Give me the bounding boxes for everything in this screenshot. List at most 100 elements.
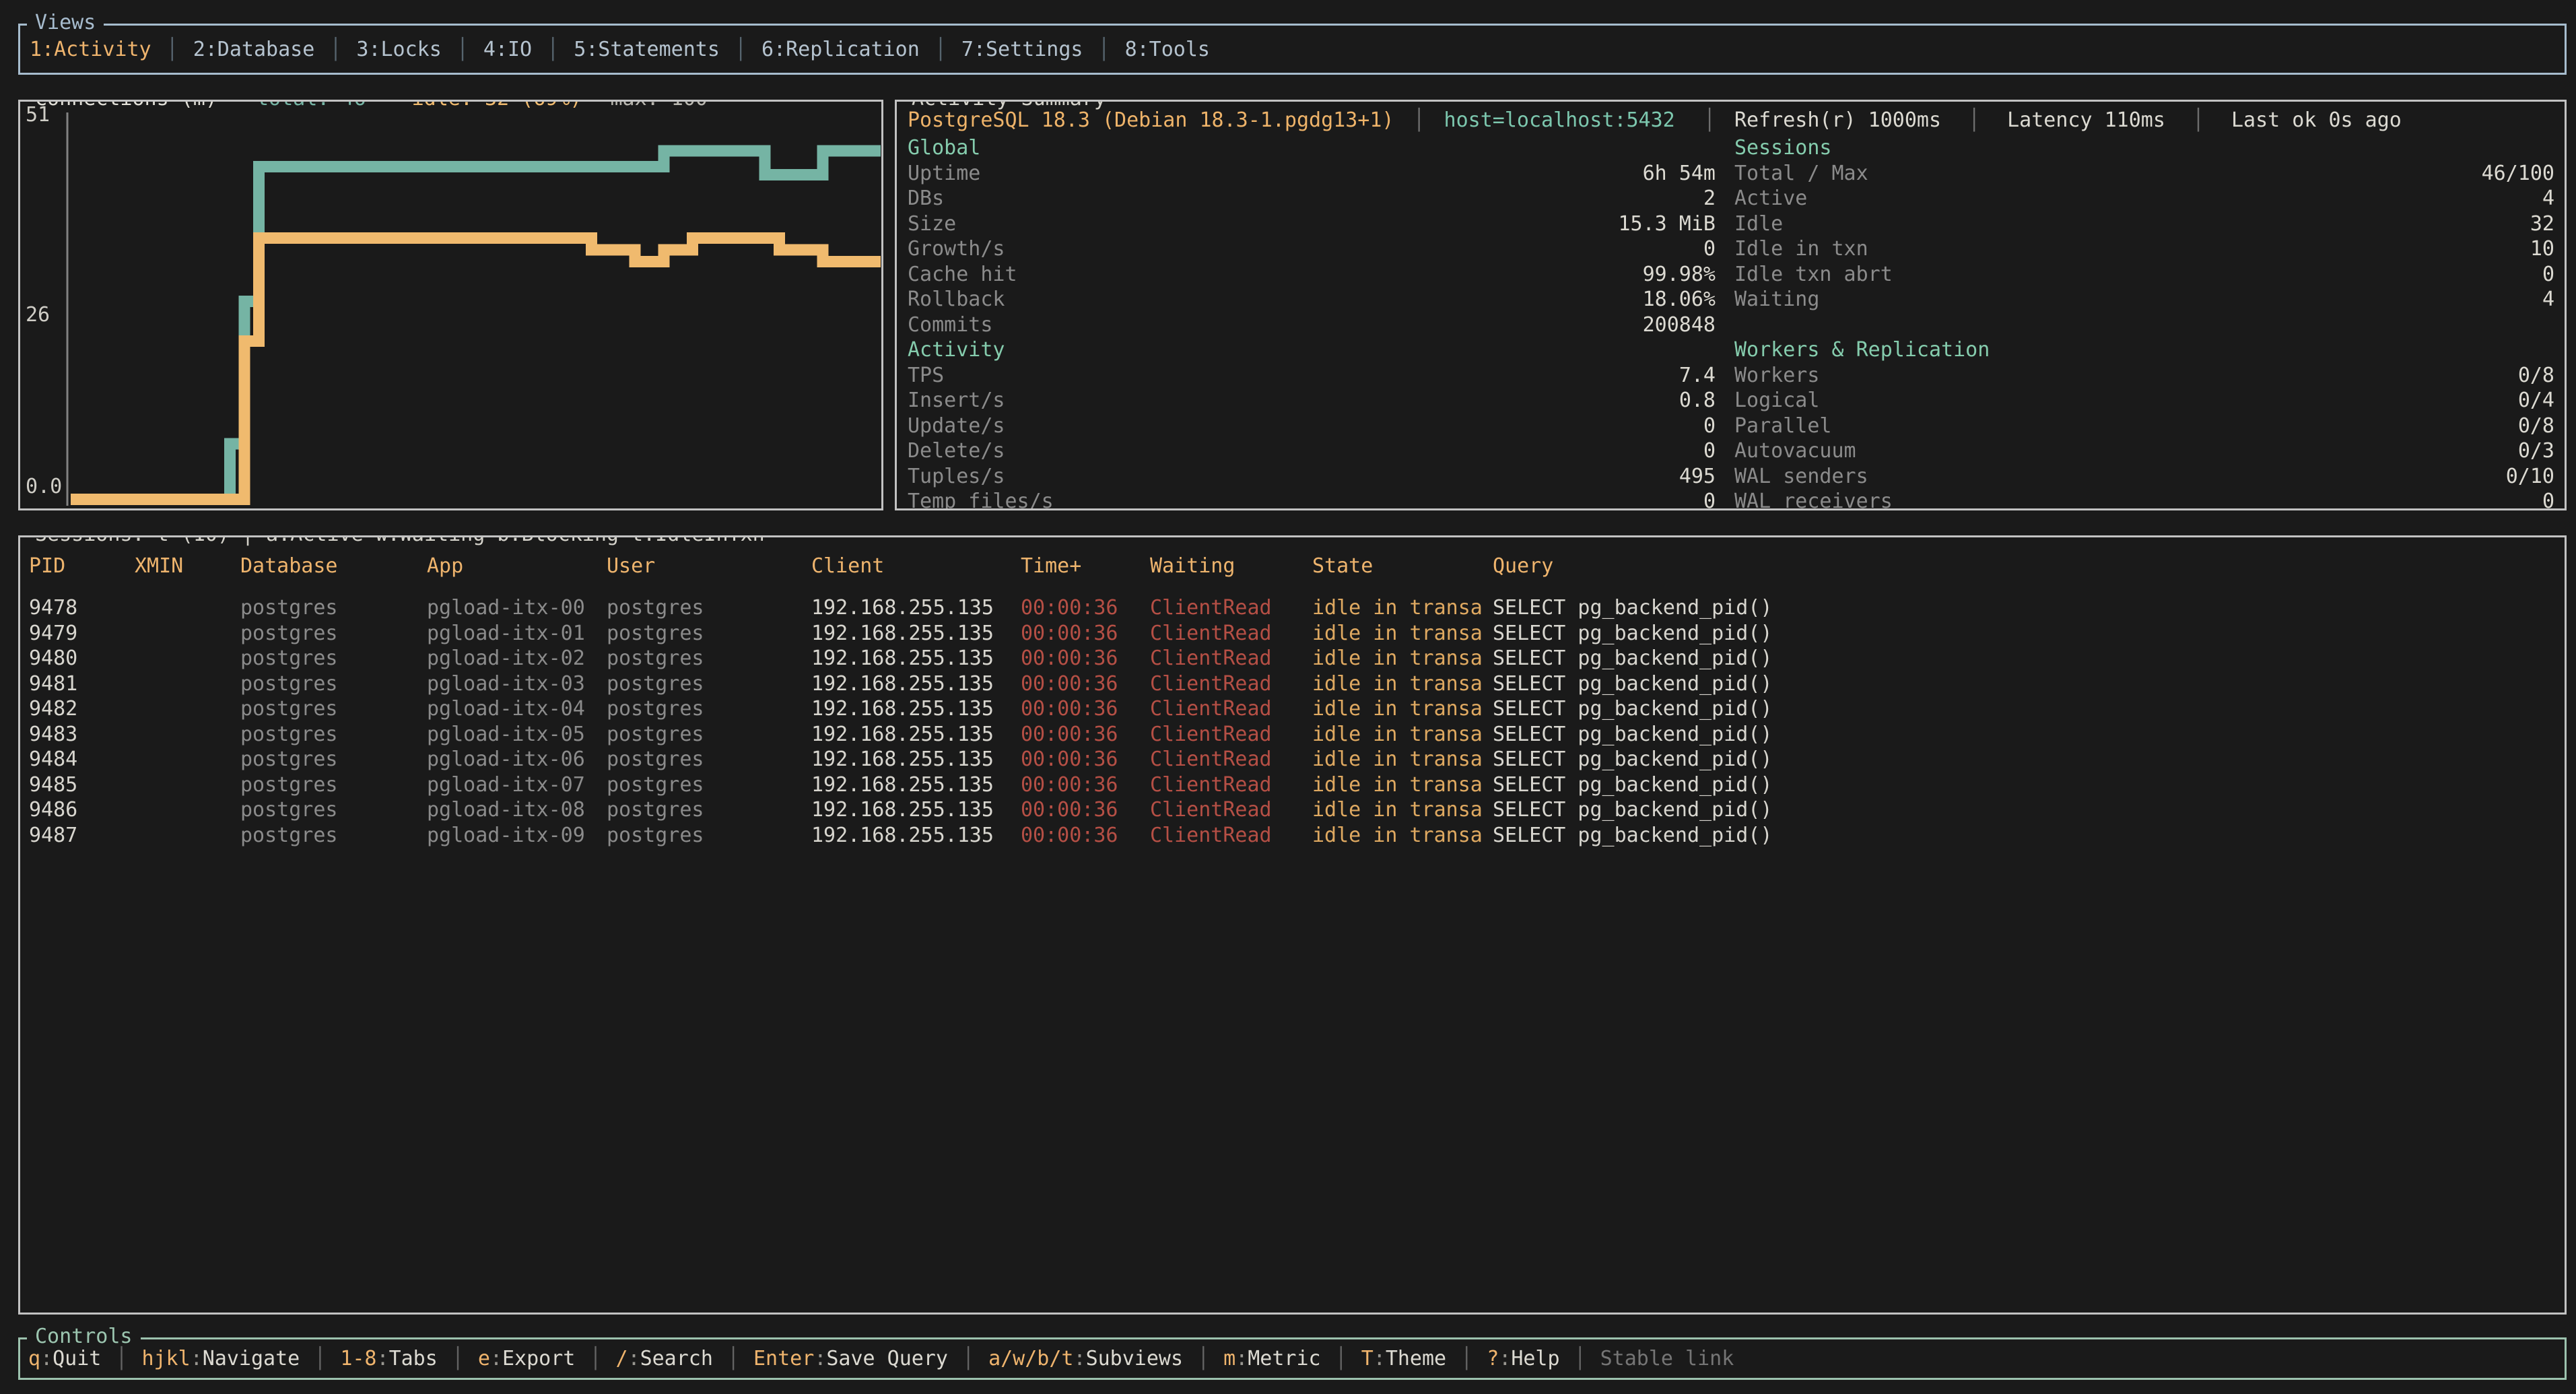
summary-metric-row: Autovacuum0/3: [1734, 438, 2554, 464]
table-row[interactable]: 9486postgrespgload-itx-08postgres192.168…: [20, 797, 2565, 823]
column-header-xmin[interactable]: XMIN: [135, 554, 183, 579]
key-colon: :: [1074, 1347, 1086, 1370]
column-header-query[interactable]: Query: [1493, 554, 1553, 579]
metric-label: Total / Max: [1734, 161, 1868, 187]
table-row[interactable]: 9485postgrespgload-itx-07postgres192.168…: [20, 772, 2565, 798]
cell-time: 00:00:36: [1021, 621, 1118, 646]
tab-tools[interactable]: 8:Tools: [1125, 38, 1210, 61]
summary-metric-row: Active4: [1734, 186, 2554, 211]
table-row[interactable]: 9482postgrespgload-itx-04postgres192.168…: [20, 696, 2565, 722]
metric-value: 7.4: [1679, 363, 1716, 389]
cell-time: 00:00:36: [1021, 671, 1118, 697]
metric-value: 0/8: [2518, 413, 2554, 439]
table-row[interactable]: 9484postgrespgload-itx-06postgres192.168…: [20, 747, 2565, 772]
cell-time: 00:00:36: [1021, 823, 1118, 849]
tab-locks[interactable]: 3:Locks: [356, 38, 441, 61]
cell-user: postgres: [607, 797, 704, 823]
column-header-waiting[interactable]: Waiting: [1150, 554, 1235, 579]
tab-statements[interactable]: 5:Statements: [574, 38, 720, 61]
summary-metric-row: Waiting4: [1734, 287, 2554, 312]
metric-value: 0/3: [2518, 438, 2554, 464]
keybinding-search[interactable]: /:Search: [615, 1347, 713, 1370]
metric-value: 0: [1703, 489, 1716, 510]
summary-metric-row: Cache hit99.98%: [908, 262, 1716, 288]
footer-separator: │: [314, 1347, 326, 1370]
tab-separator: │: [735, 38, 747, 61]
table-row[interactable]: 9487postgrespgload-itx-09postgres192.168…: [20, 823, 2565, 849]
keybinding-theme[interactable]: T:Theme: [1361, 1347, 1446, 1370]
tab-replication[interactable]: 6:Replication: [761, 38, 920, 61]
metric-value: 6h 54m: [1643, 161, 1716, 187]
key-action-label: Metric: [1248, 1347, 1320, 1370]
cell-database: postgres: [240, 722, 338, 748]
metric-value: 200848: [1643, 312, 1716, 338]
keybinding-quit[interactable]: q:Quit: [28, 1347, 101, 1370]
connections-chart: [20, 102, 881, 508]
tab-separator: │: [547, 38, 559, 61]
cell-pid: 9480: [29, 646, 77, 671]
keybinding-subviews[interactable]: a/w/b/t:Subviews: [988, 1347, 1183, 1370]
table-row[interactable]: 9479postgrespgload-itx-01postgres192.168…: [20, 621, 2565, 646]
column-header-app[interactable]: App: [427, 554, 463, 579]
cell-database: postgres: [240, 797, 338, 823]
cell-app: pgload-itx-09: [427, 823, 585, 849]
metric-value: 0: [1703, 413, 1716, 439]
summary-left-column: GlobalUptime6h 54mDBs2Size15.3 MiBGrowth…: [908, 135, 1716, 510]
summary-section-heading: Activity: [908, 337, 1716, 363]
tab-separator: │: [329, 38, 341, 61]
cell-client: 192.168.255.135: [811, 823, 994, 849]
metric-value: 4: [2542, 287, 2554, 312]
metric-value: 0/4: [2518, 388, 2554, 413]
tab-database[interactable]: 2:Database: [193, 38, 315, 61]
keybinding-help[interactable]: ?:Help: [1487, 1347, 1559, 1370]
table-row[interactable]: 9478postgrespgload-itx-00postgres192.168…: [20, 595, 2565, 621]
table-row[interactable]: 9481postgrespgload-itx-03postgres192.168…: [20, 671, 2565, 697]
cell-user: postgres: [607, 772, 704, 798]
cell-time: 00:00:36: [1021, 797, 1118, 823]
sessions-panel-title: Sessions: t (10) | a:Active w:Waiting b:…: [27, 535, 773, 547]
cell-database: postgres: [240, 595, 338, 621]
cell-app: pgload-itx-07: [427, 772, 585, 798]
cell-database: postgres: [240, 696, 338, 722]
table-row[interactable]: 9480postgrespgload-itx-02postgres192.168…: [20, 646, 2565, 671]
summary-metric-row: TPS 7.4: [908, 363, 1716, 389]
cell-waiting: ClientRead: [1150, 722, 1272, 748]
cell-pid: 9482: [29, 696, 77, 722]
tab-settings[interactable]: 7:Settings: [961, 38, 1083, 61]
footer-separator: │: [115, 1347, 127, 1370]
tab-activity[interactable]: 1:Activity: [30, 38, 151, 61]
keybinding-export[interactable]: e:Export: [478, 1347, 576, 1370]
column-header-pid[interactable]: PID: [29, 554, 65, 579]
summary-metric-row: Idle32: [1734, 211, 2554, 237]
key-glyph: 1-8: [340, 1347, 376, 1370]
key-glyph: /: [615, 1347, 628, 1370]
key-glyph: Enter: [753, 1347, 814, 1370]
sessions-panel: Sessions: t (10) | a:Active w:Waiting b:…: [18, 535, 2567, 1315]
latency-value: Latency 110ms: [2007, 108, 2165, 133]
column-header-user[interactable]: User: [607, 554, 655, 579]
section-heading-label: Global: [908, 135, 980, 161]
column-header-time[interactable]: Time+: [1021, 554, 1081, 579]
table-row[interactable]: 9483postgrespgload-itx-05postgres192.168…: [20, 722, 2565, 748]
cell-app: pgload-itx-05: [427, 722, 585, 748]
column-header-state[interactable]: State: [1312, 554, 1373, 579]
keybinding-navigate[interactable]: hjkl:Navigate: [141, 1347, 300, 1370]
tab-io[interactable]: 4:IO: [483, 38, 532, 61]
key-colon: :: [1499, 1347, 1511, 1370]
views-panel: Views 1:Activity│2:Database│3:Locks│4:IO…: [18, 24, 2567, 75]
column-header-database[interactable]: Database: [240, 554, 338, 579]
keybinding-save-query[interactable]: Enter:Save Query: [753, 1347, 948, 1370]
metric-label: TPS: [908, 363, 944, 389]
footer-separator: │: [1335, 1347, 1347, 1370]
cell-time: 00:00:36: [1021, 722, 1118, 748]
keybinding-metric[interactable]: m:Metric: [1223, 1347, 1321, 1370]
tab-separator: │: [166, 38, 178, 61]
keybinding-tabs[interactable]: 1-8:Tabs: [340, 1347, 438, 1370]
cell-waiting: ClientRead: [1150, 595, 1272, 621]
activity-summary-panel: Activity Summary PostgreSQL 18.3 (Debian…: [895, 100, 2567, 510]
cell-database: postgres: [240, 646, 338, 671]
tab-separator: │: [935, 38, 947, 61]
column-header-client[interactable]: Client: [811, 554, 884, 579]
cell-database: postgres: [240, 621, 338, 646]
footer-separator: │: [962, 1347, 974, 1370]
